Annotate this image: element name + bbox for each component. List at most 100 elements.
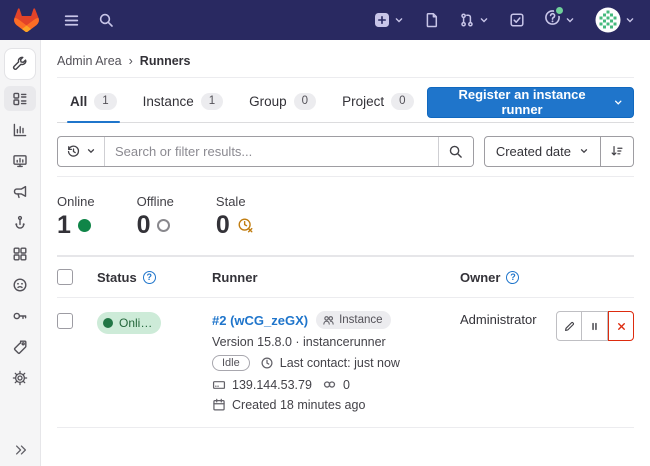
admin-sidebar <box>0 40 41 466</box>
new-menu-button[interactable] <box>374 12 405 28</box>
server-icon <box>212 378 226 392</box>
help-menu-button[interactable] <box>544 9 576 31</box>
chevron-down-icon <box>579 146 589 156</box>
label-tag-icon <box>12 339 28 355</box>
avatar <box>595 7 621 33</box>
sidebar-item-monitoring[interactable] <box>4 148 36 173</box>
status-column-header: Status <box>97 270 137 285</box>
tab-group[interactable]: Group 0 <box>236 83 329 122</box>
register-button-label: Register an instance runner <box>441 87 604 117</box>
table-header-row: Status ? Runner Owner ? <box>57 257 634 298</box>
pause-runner-button[interactable] <box>582 311 608 341</box>
hamburger-menu-icon[interactable] <box>63 12 80 29</box>
row-actions <box>556 311 634 341</box>
tab-label: All <box>70 94 87 109</box>
tab-count-badge: 1 <box>94 93 116 110</box>
clock-icon <box>260 356 274 370</box>
merge-requests-button[interactable] <box>459 12 490 28</box>
wrench-icon <box>12 56 28 72</box>
applications-grid-icon <box>12 246 28 262</box>
issues-button[interactable] <box>424 12 440 28</box>
user-menu-button[interactable] <box>595 7 636 33</box>
status-help-icon[interactable]: ? <box>143 271 156 284</box>
sidebar-item-applications[interactable] <box>4 241 36 266</box>
sidebar-item-analytics[interactable] <box>4 117 36 142</box>
stat-value: 0 <box>137 212 151 240</box>
megaphone-icon <box>12 184 28 200</box>
sidebar-item-settings[interactable] <box>4 365 36 390</box>
tab-label: Project <box>342 94 384 109</box>
register-instance-runner-button[interactable]: Register an instance runner <box>427 87 635 118</box>
tab-count-badge: 0 <box>294 93 316 110</box>
chevron-down-icon <box>624 14 636 26</box>
chevron-down-icon <box>564 14 576 26</box>
gitlab-admin-runners-page: Admin Area › Runners All 1 Instance 1 Gr… <box>0 0 650 466</box>
status-badge: Onli… <box>97 312 161 334</box>
overview-icon <box>12 91 28 107</box>
tab-count-badge: 1 <box>201 93 223 110</box>
sort-by-dropdown[interactable]: Created date <box>484 136 601 167</box>
sidebar-item-abuse-reports[interactable] <box>4 272 36 297</box>
tab-project[interactable]: Project 0 <box>329 83 426 122</box>
linked-count-text: 0 <box>343 378 350 392</box>
runner-link[interactable]: #2 (wCG_zeGX) <box>212 313 308 328</box>
select-all-checkbox[interactable] <box>57 269 73 285</box>
sidebar-item-system-hooks[interactable] <box>4 210 36 235</box>
todo-check-icon <box>509 12 525 28</box>
edit-runner-button[interactable] <box>556 311 582 341</box>
search-icon[interactable] <box>98 12 114 28</box>
calendar-icon <box>212 398 226 412</box>
main-content: Admin Area › Runners All 1 Instance 1 Gr… <box>41 40 650 466</box>
runner-column-header: Runner <box>212 270 258 285</box>
sort-by-label: Created date <box>496 144 571 159</box>
sidebar-collapse-button[interactable] <box>0 443 41 457</box>
row-checkbox[interactable] <box>57 313 73 329</box>
tab-all[interactable]: All 1 <box>57 83 130 122</box>
bar-chart-icon <box>12 122 28 138</box>
search-icon <box>448 144 463 159</box>
breadcrumb-current: Runners <box>140 54 191 68</box>
stat-label: Online <box>57 194 95 209</box>
sidebar-item-overview[interactable] <box>4 86 36 111</box>
last-contact-text: Last contact: just now <box>280 356 400 370</box>
sidebar-item-admin-area[interactable] <box>4 48 36 80</box>
stat-value: 1 <box>57 212 71 240</box>
owner-help-icon[interactable]: ? <box>506 271 519 284</box>
runner-stats: Online 1 Offline 0 Stale 0 <box>57 177 634 256</box>
plus-icon <box>374 12 390 28</box>
link-icon <box>322 377 337 392</box>
status-badge-label: Onli… <box>119 316 152 330</box>
history-clock-icon <box>66 144 81 159</box>
breadcrumb-admin-area[interactable]: Admin Area <box>57 54 122 68</box>
top-navbar <box>0 0 650 40</box>
runner-type-tabs: All 1 Instance 1 Group 0 Project 0 <box>57 83 634 123</box>
search-history-dropdown[interactable] <box>58 137 105 166</box>
stat-offline: Offline 0 <box>137 194 174 240</box>
todos-button[interactable] <box>509 12 525 28</box>
sort-direction-button[interactable] <box>601 136 634 167</box>
owner-link[interactable]: Administrator <box>460 309 537 327</box>
notification-dot <box>556 7 563 14</box>
stat-online: Online 1 <box>57 194 95 240</box>
search-submit-button[interactable] <box>438 137 473 166</box>
delete-runner-button[interactable] <box>608 311 634 341</box>
sidebar-item-messages[interactable] <box>4 179 36 204</box>
search-input[interactable] <box>105 137 438 166</box>
pencil-icon <box>563 320 576 333</box>
owner-column-header: Owner <box>460 270 500 285</box>
sidebar-item-labels[interactable] <box>4 334 36 359</box>
stat-label: Offline <box>137 194 174 209</box>
gear-icon <box>12 370 28 386</box>
tab-count-badge: 0 <box>391 93 413 110</box>
runner-version-line: Version 15.8.0 · instancerunner <box>212 335 440 349</box>
stat-label: Stale <box>216 194 254 209</box>
double-chevron-right-icon <box>14 443 28 457</box>
tab-instance[interactable]: Instance 1 <box>130 83 236 122</box>
merge-request-icon <box>459 12 475 28</box>
filtered-search <box>57 136 474 167</box>
users-icon <box>322 314 335 327</box>
sort-controls: Created date <box>484 136 634 167</box>
sidebar-item-deploy-keys[interactable] <box>4 303 36 328</box>
gitlab-logo-icon[interactable] <box>14 8 39 32</box>
runner-type-label: Instance <box>339 314 382 326</box>
